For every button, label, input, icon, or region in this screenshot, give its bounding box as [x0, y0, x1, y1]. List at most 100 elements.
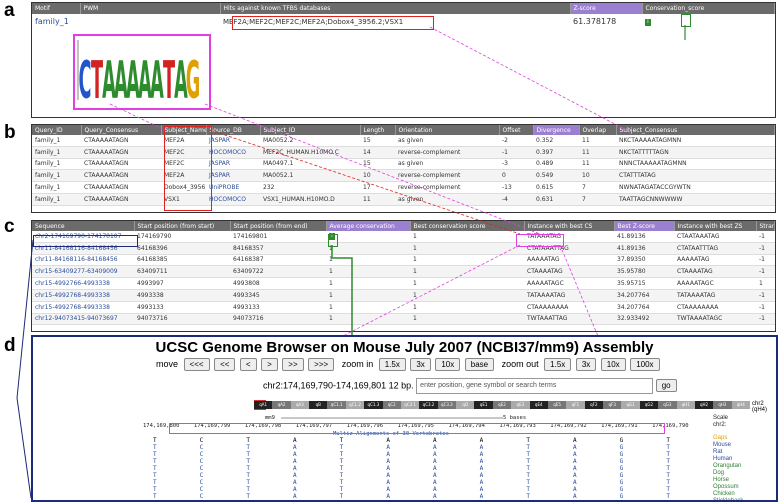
col-subject-id[interactable]: Subject_ID — [260, 125, 361, 135]
col-best-conservation[interactable]: Best conservation score — [410, 221, 525, 231]
table-row[interactable]: chr12-94073415-94073697 94073716 94073716 1… — [32, 313, 775, 326]
col-divergence[interactable]: Divergence — [533, 125, 580, 135]
table-cell[interactable]: chr11-84168116-84168456 — [32, 254, 134, 267]
table-cell[interactable]: chr15-4992768-4993338 — [32, 289, 134, 302]
table-row[interactable]: chr11-84168116-84168456 64168396 84168357 1… — [32, 242, 775, 255]
table-cell[interactable]: HOCOMOCO — [206, 146, 260, 159]
col-strand[interactable]: Strand — [756, 221, 775, 231]
ideogram-band[interactable]: qH2 — [694, 401, 714, 409]
table-cell[interactable]: chr15-4992768-4993338 — [32, 301, 134, 314]
table-cell[interactable]: JASPAR — [206, 135, 260, 147]
ideogram-band[interactable]: qC3.1 — [400, 401, 420, 409]
table-row[interactable]: chr15-4992768-4993338 4993133 4993133 1 1 CTA… — [32, 301, 775, 314]
ideogram-band[interactable]: qB — [309, 401, 328, 409]
move-step-left-button[interactable]: < — [239, 358, 257, 371]
col-source-db[interactable]: Source_DB — [206, 125, 261, 135]
zoom-in-10x-button[interactable]: 10x — [435, 358, 461, 371]
ideogram-band[interactable]: qC1.1 — [327, 401, 346, 409]
table-row[interactable]: family_1 CTAAAAATAGN MEF2A JASPAR MA0052.2 15… — [32, 135, 775, 147]
table-cell[interactable]: JASPAR — [206, 169, 260, 183]
col-query-consensus[interactable]: Query_Consensus — [81, 125, 162, 135]
col-query-id[interactable]: Query_ID — [32, 125, 82, 135]
ideogram-band[interactable]: qC1.3 — [364, 401, 383, 409]
chromosome-ideogram[interactable]: qA1 qA2 qA3 qB qC1.1 qC1.2 qC1.3 qC2 qC3.1 qC3.2 q… — [254, 400, 750, 410]
col-motif[interactable]: Motif — [32, 3, 81, 14]
table-cell: 63409711 — [134, 265, 230, 279]
col-hits[interactable]: Hits against known TFBS databases — [220, 3, 571, 14]
zoom-in-1.5x-button[interactable]: 1.5x — [378, 358, 406, 371]
ideogram-band[interactable]: qF3 — [603, 401, 622, 409]
table-row[interactable]: family_1 CTAAAAATAGN MEF2C JASPAR MA0497.1 15… — [32, 158, 775, 171]
move-left-button[interactable]: << — [214, 358, 236, 371]
col-subject-consensus[interactable]: Subject_Consensus — [616, 125, 775, 135]
ideogram-band[interactable]: qF1 — [566, 401, 585, 409]
ideogram-band[interactable]: qH3 — [713, 401, 732, 409]
col-instance-best-cs[interactable]: Instance with best CS — [524, 221, 615, 231]
alignment-base: A — [293, 493, 297, 500]
ideogram-band[interactable]: qE5 — [547, 401, 567, 409]
table-cell[interactable]: JASPAR — [206, 158, 260, 171]
col-conservation[interactable]: Conservation_score — [642, 3, 775, 14]
ideogram-band[interactable]: qC2 — [382, 401, 401, 409]
table-cell[interactable]: chr15-63409277-63409009 — [32, 265, 134, 279]
table-row[interactable]: chr2-174169790-174170107 174169790 1741698… — [32, 231, 775, 243]
col-orientation[interactable]: Orientation — [395, 125, 500, 135]
col-overlap[interactable]: Overlap — [579, 125, 617, 135]
zoom-base-button[interactable]: base — [464, 358, 495, 371]
ideogram-band[interactable]: qG2 — [639, 401, 659, 409]
col-offset[interactable]: Offset — [499, 125, 534, 135]
table-row[interactable]: chr15-63409277-63409009 63409711 63409722 1… — [32, 265, 775, 279]
col-length[interactable]: Length — [360, 125, 396, 135]
table-cell[interactable]: UniPROBE — [206, 181, 260, 194]
col-avg-conservation[interactable]: Average conservation — [326, 221, 411, 231]
table-row[interactable]: chr15-4992766-4993338 4993997 4993808 1 1 AAA… — [32, 277, 775, 290]
table-row[interactable]: family_1 CTAAAAATAGN MEF2C HOCOMOCO MEF2C_HU… — [32, 146, 775, 159]
col-best-zscore[interactable]: Best Z-score — [614, 221, 675, 231]
table-row[interactable]: chr11-84168116-84168456 64168385 64168387 1… — [32, 254, 775, 267]
col-start-from-start[interactable]: Start position (from start) — [134, 221, 231, 231]
zoom-in-3x-button[interactable]: 3x — [410, 358, 431, 371]
ideogram-band[interactable]: qF2 — [584, 401, 604, 409]
move-far-left-button[interactable]: <<< — [183, 358, 210, 371]
zoom-out-10x-button[interactable]: 10x — [600, 358, 626, 371]
move-right-button[interactable]: >> — [282, 358, 304, 371]
ideogram-band[interactable]: qG1 — [621, 401, 640, 409]
table-cell[interactable]: HOCOMOCO — [206, 193, 260, 206]
move-step-right-button[interactable]: > — [261, 358, 278, 371]
ideogram-band[interactable]: qG3 — [658, 401, 677, 409]
go-button[interactable]: go — [655, 379, 677, 393]
ideogram-band[interactable]: qA3 — [290, 401, 310, 409]
ideogram-band[interactable]: qE2 — [492, 401, 512, 409]
ideogram-band[interactable]: qD — [456, 401, 475, 409]
search-input[interactable]: enter position, gene symbol or search te… — [416, 378, 654, 394]
table-row[interactable]: family_1 CTAAAAATAGN MEF2A JASPAR MA0052.1 10… — [32, 169, 775, 183]
ideogram-band[interactable]: qE1 — [474, 401, 493, 409]
move-far-right-button[interactable]: >>> — [308, 358, 335, 371]
ideogram-band[interactable]: qC1.2 — [345, 401, 365, 409]
col-instance-best-zs[interactable]: Instance with best ZS — [674, 221, 757, 231]
motif-name[interactable]: family_1 — [32, 14, 80, 28]
zoom-out-3x-button[interactable]: 3x — [575, 358, 597, 371]
table-cell: 1 — [326, 301, 410, 314]
ideogram-band[interactable]: qH4 — [731, 401, 750, 409]
table-cell[interactable]: chr12-94073415-94073697 — [32, 313, 134, 326]
zoom-out-1.5x-button[interactable]: 1.5x — [544, 358, 572, 371]
info-icon[interactable]: i — [645, 19, 651, 26]
ideogram-band[interactable]: qA1 — [254, 401, 273, 409]
col-sequence[interactable]: Sequence — [32, 221, 135, 231]
ideogram-band[interactable]: qE3 — [511, 401, 530, 409]
zoom-out-100x-button[interactable]: 100x — [630, 358, 660, 371]
col-start-from-end[interactable]: Start position (from end) — [230, 221, 327, 231]
table-cell[interactable]: chr15-4992766-4993338 — [32, 277, 134, 290]
table-row[interactable]: chr15-4992768-4993338 4993338 4993345 1 1 TAT… — [32, 289, 775, 302]
ideogram-band[interactable]: qC3.2 — [419, 401, 438, 409]
col-zscore[interactable]: Z-score — [570, 3, 643, 14]
ideogram-band[interactable]: qH1 — [676, 401, 695, 409]
ideogram-band[interactable]: qA2 — [272, 401, 291, 409]
alignment-base: C — [199, 458, 204, 465]
table-row[interactable]: family_1 CTAAAAATAGN VSX1 HOCOMOCO VSX1_HUMA… — [32, 193, 775, 206]
ideogram-band[interactable]: qC3.3 — [437, 401, 457, 409]
table-row[interactable]: family_1CTAAAAATAGNDobox4_3956.2UniPROBE… — [32, 181, 775, 194]
ideogram-band[interactable]: qE4 — [529, 401, 548, 409]
col-pwm[interactable]: PWM — [80, 3, 221, 14]
